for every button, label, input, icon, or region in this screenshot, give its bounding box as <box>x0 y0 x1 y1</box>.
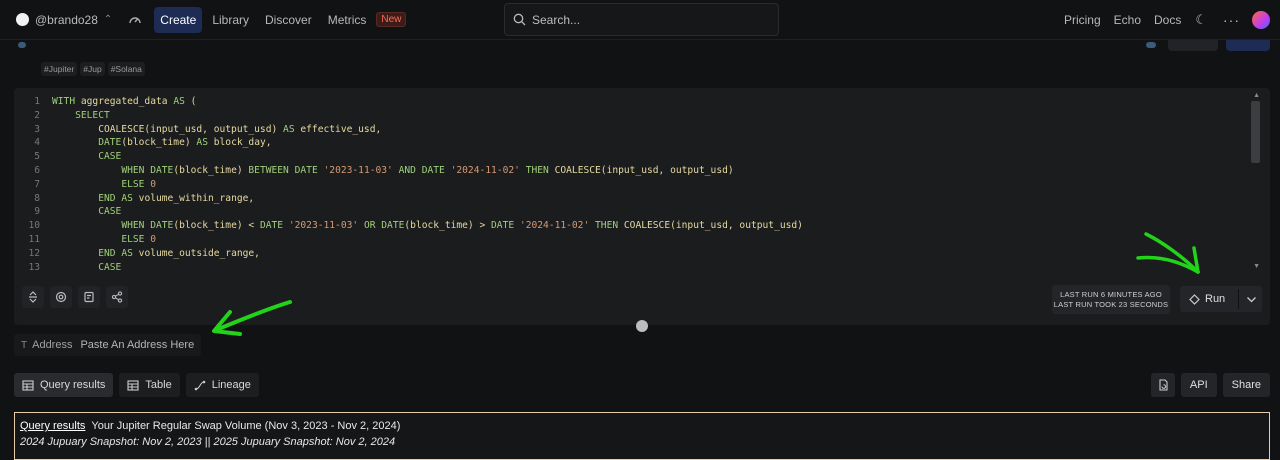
code-line: 10 WHEN DATE(block_time) < DATE '2023-11… <box>28 220 803 232</box>
address-label: Address <box>32 339 73 351</box>
scrolled-header-remnant <box>0 40 1280 52</box>
search-input[interactable] <box>532 12 752 27</box>
annotation-arrow-down <box>1136 232 1200 274</box>
code-line: 2 SELECT <box>34 109 110 121</box>
address-parameter[interactable]: T Address <box>14 334 201 356</box>
last-run-duration: LAST RUN TOOK 23 SECONDS <box>1053 299 1169 309</box>
profile-avatar[interactable] <box>1252 11 1270 29</box>
tag[interactable]: #Jup <box>80 62 105 76</box>
editor-toolbar <box>22 286 128 308</box>
user-avatar-dot[interactable] <box>16 13 29 26</box>
code-line: 11 ELSE 0 <box>28 233 156 245</box>
tag[interactable]: #Solana <box>107 62 145 76</box>
header-primary-button[interactable] <box>1226 40 1270 51</box>
code-line: 7 ELSE 0 <box>34 178 156 190</box>
run-label: Run <box>1205 293 1226 305</box>
scroll-up-arrow-icon[interactable]: ▲ <box>1253 92 1260 99</box>
chevron-updown-icon[interactable]: ⌃ <box>104 14 112 25</box>
code-line: 6 WHEN DATE(block_time) BETWEEN DATE '20… <box>34 164 734 176</box>
run-button[interactable]: Run <box>1180 286 1262 312</box>
tag[interactable]: #Jupiter <box>41 62 78 76</box>
last-run-status: LAST RUN 6 MINUTES AGO LAST RUN TOOK 23 … <box>1052 285 1170 314</box>
tab-lineage[interactable]: Lineage <box>185 373 259 397</box>
tab-label: Query results <box>40 379 106 391</box>
gear-icon <box>55 291 67 303</box>
format-button[interactable] <box>22 286 44 308</box>
divider <box>1238 289 1240 309</box>
query-results-panel: Query results Your Jupiter Regular Swap V… <box>14 412 1270 460</box>
visualization-tabs: Query results Table Lineage <box>14 373 259 397</box>
pricing-link[interactable]: Pricing <box>1064 13 1101 27</box>
scroll-down-arrow-icon[interactable]: ▼ <box>1253 263 1260 270</box>
results-header: Query results Your Jupiter Regular Swap V… <box>20 420 400 432</box>
favorite-icon <box>1146 42 1156 48</box>
settings-button[interactable] <box>50 286 72 308</box>
text-type-icon: T <box>21 339 28 351</box>
results-subtitle: 2024 Jupuary Snapshot: Nov 2, 2023 || 20… <box>20 436 396 448</box>
code-line: 3 COALESCE(input_usd, output_usd) AS eff… <box>34 123 382 135</box>
favorite-icon <box>18 42 26 48</box>
nav-discover[interactable]: Discover <box>259 8 318 32</box>
expand-vertical-icon <box>29 291 37 303</box>
lineage-icon <box>194 380 206 390</box>
api-button[interactable]: API <box>1180 373 1217 397</box>
nav-create[interactable]: Create <box>154 6 203 33</box>
table-grid-icon <box>22 379 34 391</box>
chevron-down-icon[interactable] <box>1246 294 1257 305</box>
results-title: Your Jupiter Regular Swap Volume (Nov 3,… <box>91 420 401 432</box>
share-query-button[interactable] <box>106 286 128 308</box>
code-line: 1 WITH aggregated_data AS ( <box>34 96 197 107</box>
search-bar[interactable] <box>504 3 779 36</box>
annotation-arrow-left <box>212 300 292 336</box>
query-results-link[interactable]: Query results <box>20 420 85 432</box>
code-line: 8 END AS volume_within_range, <box>34 192 255 204</box>
code-line: 12 END AS volume_outside_range, <box>28 247 260 259</box>
share-button[interactable]: Share <box>1222 373 1270 397</box>
code-line: 13 CASE <box>28 261 122 273</box>
code-area[interactable]: 1 WITH aggregated_data AS ( 2 SELECT 3 CO… <box>14 95 1244 274</box>
notes-button[interactable] <box>78 286 100 308</box>
new-badge: New <box>376 12 407 27</box>
gauge-icon[interactable] <box>128 13 142 27</box>
nav-metrics[interactable]: Metrics <box>322 8 373 32</box>
more-menu-icon[interactable]: ··· <box>1223 12 1240 28</box>
tab-query-results[interactable]: Query results <box>14 373 114 397</box>
last-run-time: LAST RUN 6 MINUTES AGO <box>1060 289 1162 299</box>
refresh-file-icon <box>1159 379 1168 391</box>
table-grid-icon <box>127 379 139 391</box>
search-icon <box>513 13 526 26</box>
scrollbar-thumb[interactable] <box>1251 101 1260 163</box>
code-line: 5 CASE <box>34 151 122 163</box>
header-button[interactable] <box>1168 40 1218 51</box>
refresh-results-button[interactable] <box>1150 373 1175 397</box>
username[interactable]: @brando28 <box>35 13 98 27</box>
top-navigation-bar: @brando28 ⌃ Create Library Discover Metr… <box>0 0 1280 40</box>
result-actions: API Share <box>1150 373 1270 397</box>
code-line: 9 CASE <box>34 206 122 218</box>
address-input[interactable] <box>80 339 196 351</box>
nav-library[interactable]: Library <box>206 8 255 32</box>
note-icon <box>84 291 94 303</box>
docs-link[interactable]: Docs <box>1154 13 1181 27</box>
tab-table[interactable]: Table <box>119 373 180 397</box>
query-tags: #Jupiter #Jup #Solana <box>41 62 145 76</box>
sql-editor[interactable]: 1 WITH aggregated_data AS ( 2 SELECT 3 CO… <box>14 88 1270 325</box>
tab-label: Table <box>145 379 172 391</box>
code-line: 4 DATE(block_time) AS block_day, <box>34 137 272 149</box>
echo-link[interactable]: Echo <box>1114 13 1141 27</box>
tab-label: Lineage <box>211 379 251 391</box>
diamond-icon <box>1189 293 1200 305</box>
share-nodes-icon <box>111 291 123 303</box>
resize-handle[interactable] <box>636 320 648 332</box>
theme-toggle-icon[interactable]: ☾ <box>1195 12 1207 28</box>
